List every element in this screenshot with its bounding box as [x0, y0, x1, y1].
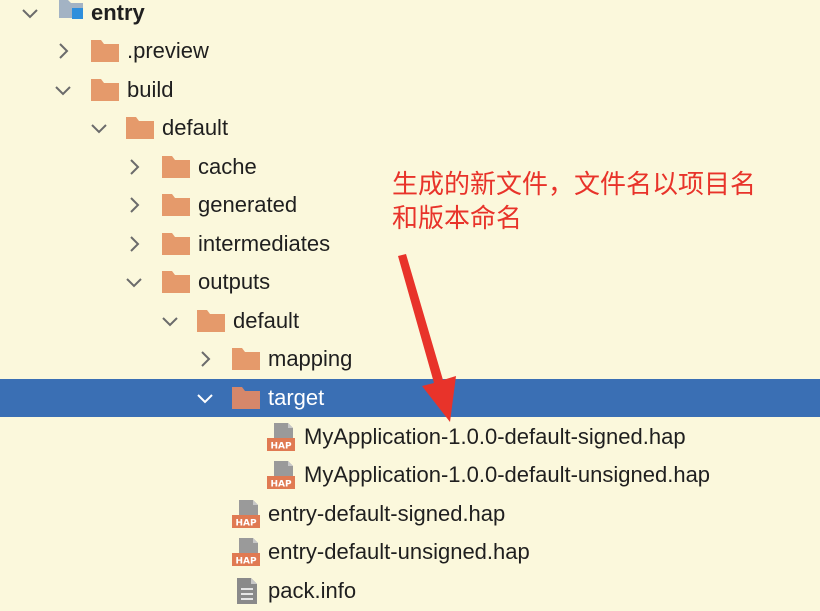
hap-badge-text: HAP: [270, 442, 291, 452]
tree-row-myapp-unsigned[interactable]: HAP MyApplication-1.0.0-default-unsigned…: [0, 456, 820, 494]
module-icon: [57, 0, 85, 22]
folder-icon: [126, 117, 154, 139]
hap-badge-text: HAP: [270, 480, 291, 490]
chevron-down-icon[interactable]: [89, 118, 109, 138]
tree-row-entry[interactable]: entry: [0, 0, 820, 32]
tree-item-label: pack.info: [268, 578, 357, 603]
tree-item-label: outputs: [198, 269, 271, 294]
tree-item-label: default: [162, 115, 229, 140]
tree-item-label: generated: [198, 192, 298, 217]
annotation-note: 生成的新文件，文件名以项目名 和版本命名: [392, 168, 812, 236]
tree-item-label: entry: [91, 0, 145, 25]
tree-item-label: entry-default-unsigned.hap: [268, 539, 530, 564]
hap-file-icon: HAP: [266, 460, 296, 490]
tree-item-label: default: [233, 308, 300, 333]
tree-row-build[interactable]: build: [0, 71, 820, 109]
chevron-down-icon[interactable]: [20, 3, 40, 23]
tree-item-label: entry-default-signed.hap: [268, 501, 506, 526]
folder-icon: [91, 79, 119, 101]
chevron-down-icon[interactable]: [124, 272, 144, 292]
tree-row-preview[interactable]: .preview: [0, 32, 820, 70]
folder-icon: [162, 271, 190, 293]
chevron-down-icon[interactable]: [195, 388, 215, 408]
tree-item-label: cache: [198, 154, 257, 179]
text-file-icon: [235, 577, 259, 605]
chevron-right-icon[interactable]: [195, 349, 215, 369]
annotation-line-1: 生成的新文件，文件名以项目名: [392, 170, 757, 200]
hap-file-icon: HAP: [231, 499, 261, 529]
hap-file-icon: HAP: [266, 422, 296, 452]
folder-icon: [232, 348, 260, 370]
tree-row-entry-unsigned[interactable]: HAP entry-default-unsigned.hap: [0, 533, 820, 571]
chevron-down-icon[interactable]: [160, 311, 180, 331]
tree-row-entry-signed[interactable]: HAP entry-default-signed.hap: [0, 495, 820, 533]
tree-row-default[interactable]: default: [0, 109, 820, 147]
folder-icon: [162, 194, 190, 216]
tree-item-label: MyApplication-1.0.0-default-signed.hap: [304, 424, 686, 449]
hap-file-icon: HAP: [231, 537, 261, 567]
chevron-right-icon[interactable]: [124, 195, 144, 215]
chevron-right-icon[interactable]: [124, 234, 144, 254]
annotation-line-2: 和版本命名: [392, 204, 523, 234]
tree-item-label: mapping: [268, 346, 353, 371]
tree-item-label: intermediates: [198, 231, 331, 256]
tree-item-label: build: [127, 77, 174, 102]
hap-badge-text: HAP: [235, 557, 256, 567]
tree-item-label: target: [268, 385, 325, 410]
annotation-arrow: [398, 254, 456, 422]
tree-item-label: .preview: [127, 38, 209, 63]
chevron-right-icon[interactable]: [53, 41, 73, 61]
chevron-down-icon[interactable]: [53, 80, 73, 100]
folder-icon: [197, 310, 225, 332]
folder-icon: [162, 156, 190, 178]
folder-icon: [232, 387, 260, 409]
folder-icon: [91, 40, 119, 62]
hap-badge-text: HAP: [235, 519, 256, 529]
folder-icon: [162, 233, 190, 255]
chevron-right-icon[interactable]: [124, 157, 144, 177]
tree-item-label: MyApplication-1.0.0-default-unsigned.hap: [304, 462, 711, 487]
tree-row-pack-info[interactable]: pack.info: [0, 572, 820, 610]
